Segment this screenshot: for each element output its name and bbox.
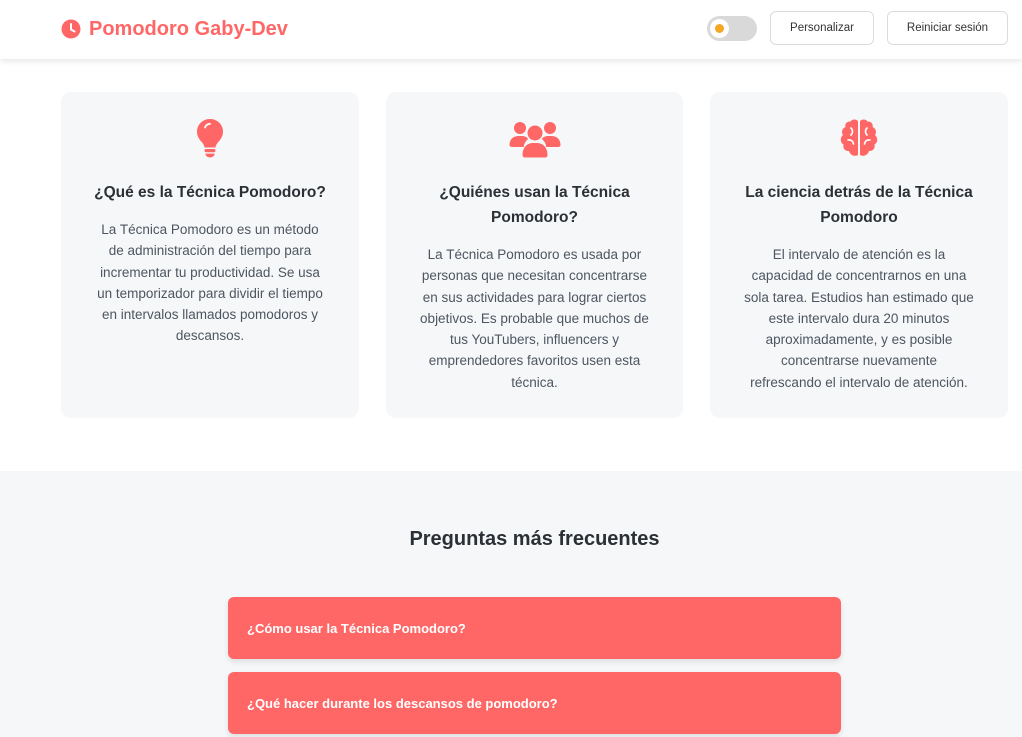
sun-icon: [715, 24, 724, 33]
card-text-line: emprendedores favoritos usen esta: [428, 353, 641, 369]
card-text-line: refrescando el intervalo de atención.: [750, 374, 968, 390]
faq-item-how-to-use[interactable]: ¿Cómo usar la Técnica Pomodoro?: [228, 597, 841, 659]
card-text-line: capacidad de concentrarnos en una: [751, 268, 967, 284]
lightbulb-icon: [197, 119, 223, 158]
toggle-knob: [710, 19, 729, 38]
card-title-line: Pomodoro?: [491, 209, 578, 226]
brand-name: Pomodoro Gaby-Dev: [89, 17, 288, 40]
card-text: La Técnica Pomodoro es un método de admi…: [89, 219, 331, 347]
faq-item-breaks[interactable]: ¿Qué hacer durante los descansos de pomo…: [228, 672, 841, 734]
clock-icon: [61, 19, 81, 39]
card-text-line: sola tarea. Estudios han estimado que: [744, 289, 974, 305]
brand-logo[interactable]: Pomodoro Gaby-Dev: [61, 16, 288, 42]
card-text-line: objetivos. Es probable que muchos de: [420, 310, 649, 326]
card-text-line: de administración del tiempo para: [108, 243, 312, 259]
info-card-who-uses: ¿Quiénes usan la Técnica Pomodoro? La Té…: [386, 92, 683, 418]
customize-button[interactable]: Personalizar: [770, 11, 874, 45]
card-text-line: técnica.: [511, 374, 558, 390]
card-text-line: El intervalo de atención es la: [772, 247, 946, 262]
info-card-what-is: ¿Qué es la Técnica Pomodoro? La Técnica …: [61, 92, 359, 418]
card-title: ¿Qué es la Técnica Pomodoro?: [94, 184, 326, 201]
faq-question: ¿Qué hacer durante los descansos de pomo…: [247, 695, 558, 711]
card-title-line: Pomodoro: [820, 209, 898, 226]
faq-title: Preguntas más frecuentes: [409, 528, 660, 550]
users-icon: [509, 122, 560, 158]
faq-question: ¿Cómo usar la Técnica Pomodoro?: [247, 620, 466, 636]
theme-toggle[interactable]: [707, 16, 757, 41]
card-text-line: La Técnica Pomodoro es usada por: [427, 247, 642, 262]
card-text-line: concentrarse nuevamente: [780, 353, 938, 369]
card-text-line: descansos.: [175, 328, 245, 344]
card-text-line: La Técnica Pomodoro es un método: [101, 222, 319, 237]
card-text-line: incrementar tu productividad. Se usa: [100, 264, 320, 280]
card-text: La Técnica Pomodoro es usada por persona…: [414, 244, 655, 393]
card-text-line: este intervalo dura 20 minutos: [768, 310, 950, 326]
card-text-line: en sus actividades para lograr ciertos: [422, 289, 647, 305]
card-title-line: ¿Quiénes usan la Técnica: [439, 184, 630, 201]
card-text: El intervalo de atención es la capacidad…: [738, 244, 980, 393]
brain-icon: [840, 119, 878, 156]
top-navbar: Pomodoro Gaby-Dev Personalizar Reiniciar…: [0, 0, 1022, 59]
card-text-line: aproximadamente, y es posible: [765, 332, 953, 348]
card-title: ¿Quiénes usan la Técnica Pomodoro?: [406, 180, 663, 230]
card-title-line: La ciencia detrás de la Técnica: [745, 184, 973, 201]
card-text-line: tus YouTubers, influencers y: [449, 332, 620, 348]
reset-session-button[interactable]: Reiniciar sesión: [887, 11, 1008, 45]
card-title: La ciencia detrás de la Técnica Pomodoro: [730, 180, 988, 230]
card-text-line: en intervalos llamados pomodoros y: [101, 307, 319, 323]
faq-section: Preguntas más frecuentes ¿Cómo usar la T…: [0, 471, 1022, 737]
info-card-science: La ciencia detrás de la Técnica Pomodoro…: [710, 92, 1008, 418]
card-text-line: un temporizador para dividir el tiempo: [97, 285, 323, 301]
card-text-line: personas que necesitan concentrarse: [421, 268, 648, 284]
